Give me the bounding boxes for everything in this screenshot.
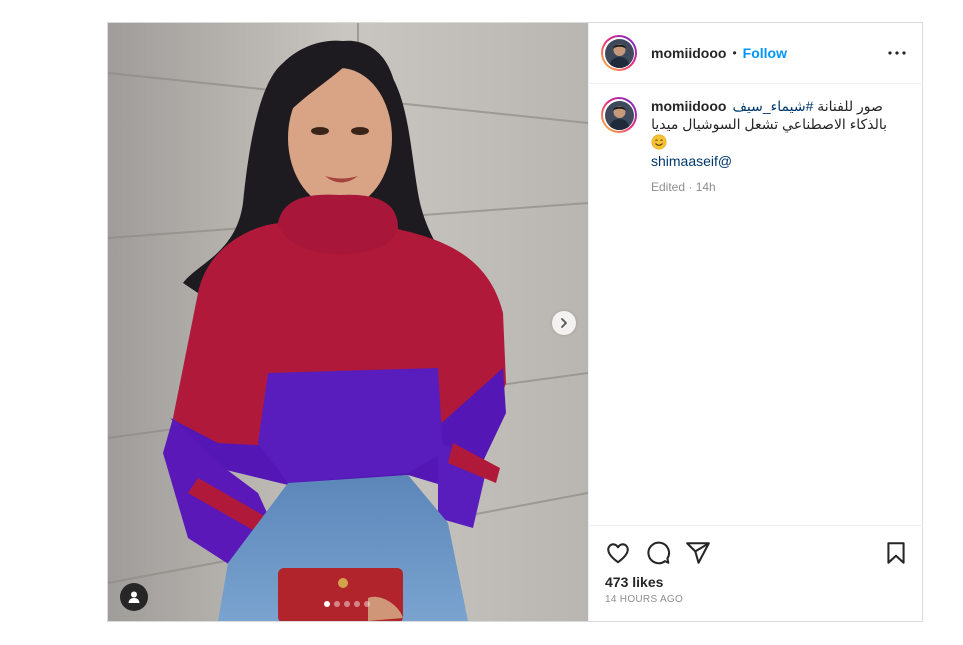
comment-button[interactable] xyxy=(645,540,671,566)
caption-text: momiidooo صور للفنانة #شيماء_سيف بالذكاء… xyxy=(651,97,897,196)
avatar[interactable] xyxy=(601,35,637,71)
post-author-username[interactable]: momiidooo xyxy=(651,45,726,61)
post-media[interactable] xyxy=(108,23,588,621)
more-options-button[interactable] xyxy=(885,41,909,65)
heart-icon xyxy=(607,543,629,564)
paper-plane-icon xyxy=(686,542,710,564)
carousel-dot-4 xyxy=(354,601,360,607)
post-actions: 473 likes 14 HOURS AGO xyxy=(589,525,923,622)
carousel-dot-5 xyxy=(364,601,370,607)
follow-button[interactable]: Follow xyxy=(743,45,787,61)
mention-link[interactable]: shimaaseif@ xyxy=(651,152,897,170)
user-tag-button[interactable] xyxy=(120,583,148,611)
hashtag-link[interactable]: #شيماء_سيف xyxy=(732,98,813,114)
header-separator: • xyxy=(732,46,737,60)
carousel-indicator xyxy=(324,601,370,607)
caption-username[interactable]: momiidooo xyxy=(651,97,726,115)
caption-line-1: صور للفنانة #شيماء_سيف xyxy=(732,97,887,115)
carousel-dot-3 xyxy=(344,601,350,607)
post-header: momiidooo • Follow xyxy=(589,23,923,84)
avatar-image xyxy=(604,38,634,68)
save-button[interactable] xyxy=(883,540,909,566)
chevron-right-icon xyxy=(561,318,567,328)
edited-timestamp: Edited · 14h xyxy=(651,180,716,194)
more-options-icon xyxy=(888,51,906,55)
carousel-dot-2 xyxy=(334,601,340,607)
avatar-image xyxy=(604,100,634,130)
post-timestamp[interactable]: 14 HOURS AGO xyxy=(605,594,683,605)
carousel-next-button[interactable] xyxy=(552,311,576,335)
post-caption: momiidooo صور للفنانة #شيماء_سيف بالذكاء… xyxy=(601,97,911,196)
post-photo xyxy=(108,23,588,621)
caption-text-part: صور للفنانة xyxy=(813,98,883,114)
post-side-panel: momiidooo • Follow momiidooo صور للفنانة… xyxy=(588,23,923,621)
caption-avatar[interactable] xyxy=(601,97,637,133)
user-tag-icon xyxy=(128,591,140,603)
carousel-dot-1 xyxy=(324,601,330,607)
caption-line-2: بالذكاء الاصطناعي تشعل السوشيال ميديا xyxy=(651,116,887,132)
comment-icon xyxy=(647,541,671,565)
share-button[interactable] xyxy=(685,540,711,566)
like-button[interactable] xyxy=(605,540,631,566)
smiling-face-emoji-icon xyxy=(651,134,667,150)
bookmark-icon xyxy=(887,542,905,564)
likes-count[interactable]: 473 likes xyxy=(605,574,663,590)
instagram-post: momiidooo • Follow momiidooo صور للفنانة… xyxy=(107,22,923,622)
